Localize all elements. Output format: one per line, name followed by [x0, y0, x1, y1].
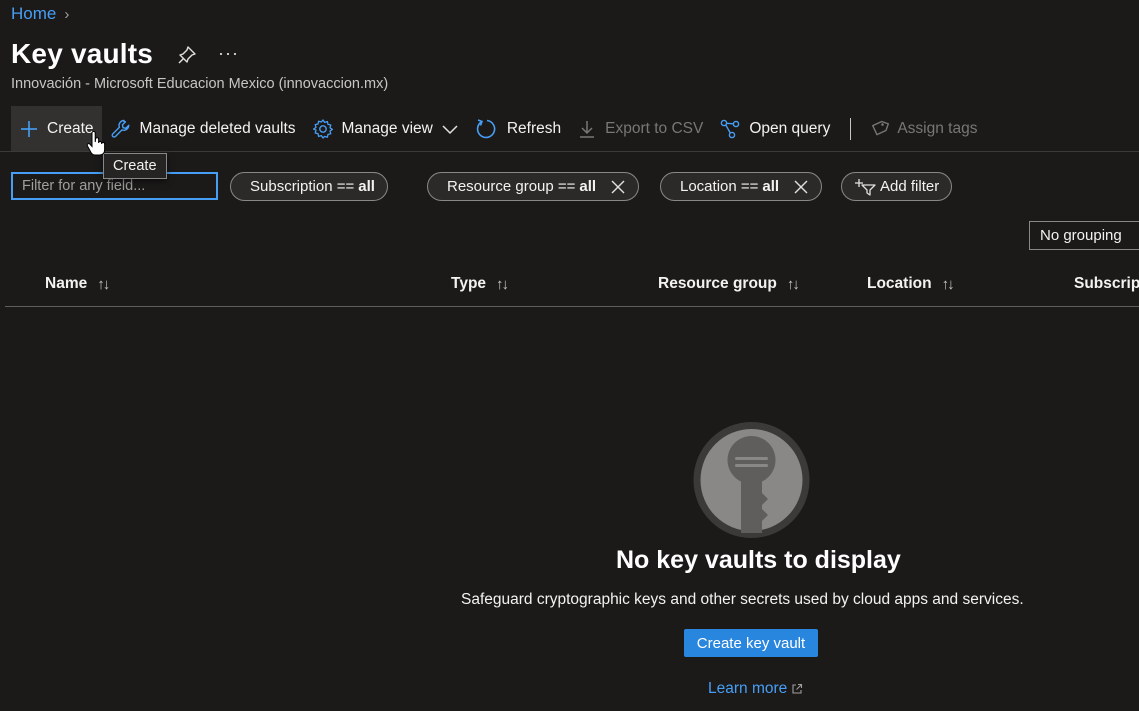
learn-more-link[interactable]: Learn more	[708, 680, 803, 698]
resource-group-filter-label: Resource group ==	[447, 178, 576, 195]
refresh-icon	[476, 119, 496, 139]
close-icon[interactable]	[793, 179, 809, 195]
export-csv-button[interactable]: Export to CSV	[569, 106, 711, 152]
command-bar: Create Manage deleted vaults Manage view…	[11, 106, 985, 152]
column-header-location[interactable]: Location ↑↓	[867, 275, 955, 293]
page-subtitle: Innovación - Microsoft Educacion Mexico …	[11, 76, 389, 92]
download-icon	[580, 121, 595, 138]
toolbar-separator	[0, 151, 1139, 152]
location-filter-pill[interactable]: Location == all	[660, 172, 823, 201]
gear-icon	[312, 119, 333, 139]
more-options-icon[interactable]: ···	[218, 43, 239, 64]
create-key-vault-button[interactable]: Create key vault	[684, 629, 818, 657]
create-tooltip: Create	[103, 153, 167, 179]
manage-view-button[interactable]: Manage view	[304, 106, 467, 152]
wrench-icon	[111, 119, 130, 138]
subscription-filter-pill[interactable]: Subscription == all	[230, 172, 388, 201]
pin-icon[interactable]	[176, 44, 198, 66]
empty-state-title-text: No key vaults to display	[616, 546, 901, 574]
sort-icon: ↑↓	[941, 275, 955, 293]
assign-tags-label: Assign tags	[897, 120, 978, 137]
tag-icon	[872, 120, 890, 136]
column-header-resource-group[interactable]: Resource group ↑↓	[658, 275, 800, 293]
subscription-filter-value: all	[358, 178, 375, 195]
refresh-label: Refresh	[506, 120, 562, 137]
add-filter-icon	[855, 178, 876, 196]
grouping-dropdown[interactable]: No grouping	[1029, 221, 1139, 250]
open-query-label: Open query	[749, 120, 831, 137]
breadcrumb: Home ›	[11, 4, 69, 24]
empty-state-description-text: Safeguard cryptographic keys and other s…	[461, 591, 1024, 608]
manage-deleted-vaults-label: Manage deleted vaults	[139, 120, 296, 137]
assign-tags-button[interactable]: Assign tags	[861, 106, 985, 152]
column-header-resource-group-label: Resource group	[658, 275, 777, 292]
chevron-down-icon	[442, 125, 458, 135]
sort-icon: ↑↓	[97, 275, 110, 293]
location-filter-value: all	[762, 178, 780, 195]
subscription-filter-label: Subscription ==	[250, 178, 355, 195]
learn-more-label: Learn more	[708, 680, 788, 697]
breadcrumb-home-link[interactable]: Home	[11, 4, 56, 24]
manage-deleted-vaults-button[interactable]: Manage deleted vaults	[102, 106, 304, 152]
refresh-button[interactable]: Refresh	[467, 106, 569, 152]
export-csv-label: Export to CSV	[605, 120, 704, 137]
column-header-subscription[interactable]: Subscript	[1074, 275, 1139, 293]
open-query-button[interactable]: Open query	[711, 106, 838, 152]
external-link-icon	[792, 683, 803, 694]
column-header-subscription-label: Subscript	[1074, 275, 1139, 292]
table-header-divider	[5, 306, 1139, 307]
column-header-name-label: Name	[45, 275, 88, 292]
query-icon	[721, 119, 740, 139]
chevron-right-icon: ›	[64, 5, 70, 23]
add-filter-button[interactable]: Add filter	[841, 172, 953, 201]
add-filter-label: Add filter	[880, 178, 940, 195]
manage-view-label: Manage view	[341, 120, 433, 137]
resource-group-filter-value: all	[579, 178, 597, 195]
location-filter-label: Location ==	[680, 178, 759, 195]
toolbar-divider	[850, 118, 852, 140]
key-vault-icon	[693, 422, 810, 538]
sort-icon: ↑↓	[786, 275, 800, 293]
resource-group-filter-pill[interactable]: Resource group == all	[427, 172, 640, 201]
page-title: Key vaults	[11, 38, 154, 69]
plus-icon	[21, 121, 37, 137]
hand-cursor-icon	[86, 131, 106, 156]
column-header-name[interactable]: Name ↑↓	[45, 275, 110, 293]
sort-icon: ↑↓	[496, 275, 509, 293]
column-header-location-label: Location	[867, 275, 932, 292]
close-icon[interactable]	[610, 179, 626, 195]
column-header-type-label: Type	[451, 275, 487, 292]
column-header-type[interactable]: Type ↑↓	[451, 275, 509, 293]
